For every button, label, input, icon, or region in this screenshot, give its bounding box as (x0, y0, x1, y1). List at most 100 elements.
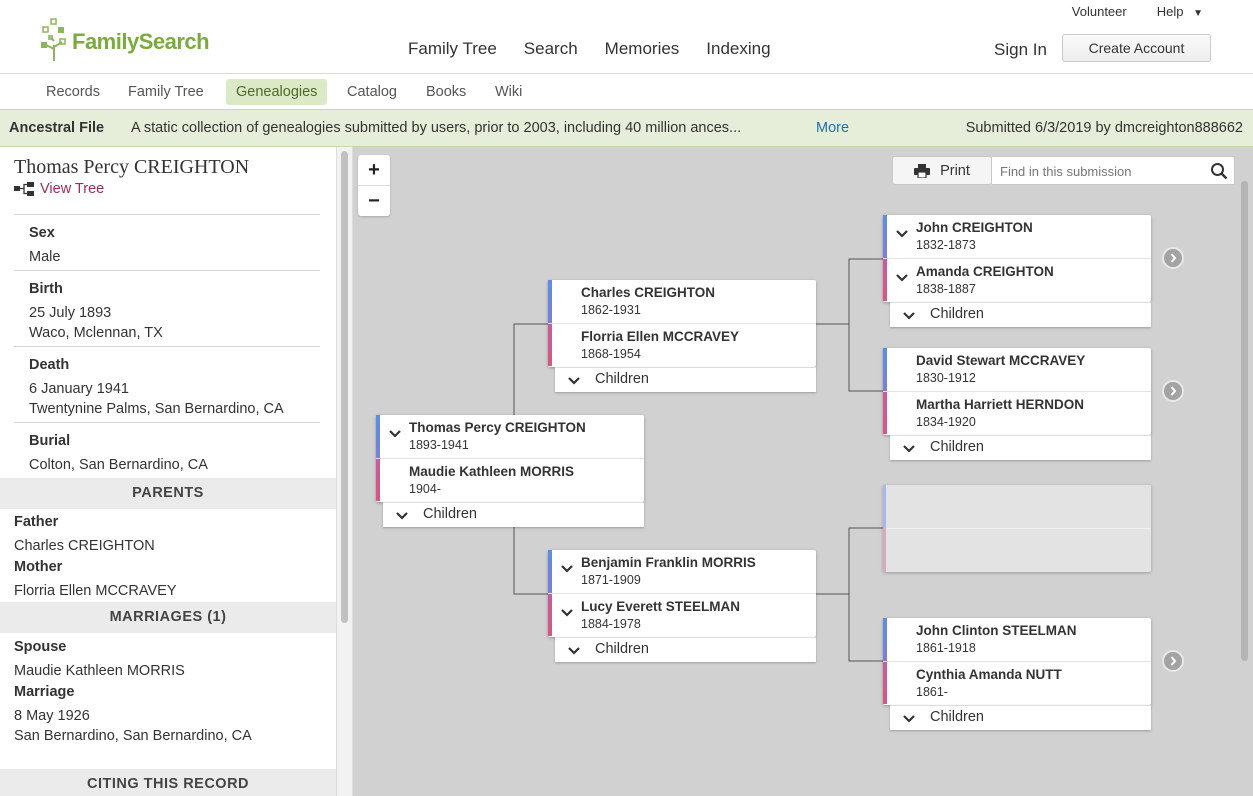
couple-card-paternal-grandparents[interactable]: John CREIGHTON 1832-1873 Amanda CREIGHTO… (883, 215, 1151, 302)
chevron-down-icon[interactable] (560, 608, 574, 618)
sign-in-link[interactable]: Sign In (994, 40, 1047, 60)
wife-name: Florria Ellen MCCRAVEY (581, 329, 740, 344)
find-in-submission (992, 156, 1235, 185)
husband-dates: 1893-1941 (409, 438, 469, 452)
create-account-button[interactable]: Create Account (1062, 34, 1211, 62)
death-place: Twentynine Palms, San Bernardino, CA (29, 401, 284, 417)
help-menu[interactable]: Help ▼ (1157, 4, 1203, 19)
husband-name: Benjamin Franklin MORRIS (581, 555, 756, 570)
nav-memories[interactable]: Memories (605, 39, 680, 59)
couple-card-paternal-grandparents-2[interactable]: David Stewart MCCRAVEY 1830-1912 Martha … (883, 348, 1151, 435)
couple-card-unknown (883, 485, 1151, 572)
marriage-date: 8 May 1926 (14, 708, 90, 724)
children-toggle-gp1[interactable]: Children (890, 302, 1151, 327)
fact-label: Death (29, 357, 70, 373)
print-button[interactable]: Print (892, 156, 992, 185)
wife-row[interactable]: Cynthia Amanda NUTT 1861- (883, 661, 1151, 704)
wife-row[interactable]: Martha Harriett HERNDON 1834-1920 (883, 391, 1151, 434)
wife-name: Maudie Kathleen MORRIS (409, 464, 575, 479)
nav-family-tree[interactable]: Family Tree (408, 39, 497, 59)
wife-row[interactable]: Maudie Kathleen MORRIS 1904- (376, 458, 644, 501)
fact-value: 25 July 1893 Waco, Mclennan, TX (29, 303, 320, 343)
children-toggle-father[interactable]: Children (555, 367, 816, 392)
husband-row[interactable]: Benjamin Franklin MORRIS 1871-1909 (548, 550, 816, 593)
chevron-down-icon[interactable] (895, 229, 909, 239)
husband-row[interactable]: Charles CREIGHTON 1862-1931 (548, 280, 816, 323)
fact-label: Birth (29, 281, 63, 297)
find-input[interactable] (1000, 162, 1200, 180)
husband-name: Charles CREIGHTON (581, 285, 716, 300)
subnav-records[interactable]: Records (36, 79, 110, 105)
subnav-catalog[interactable]: Catalog (337, 79, 407, 105)
wife-dates: 1868-1954 (581, 347, 641, 361)
children-label: Children (423, 506, 477, 522)
children-toggle-gp4[interactable]: Children (890, 705, 1151, 730)
subnav-books[interactable]: Books (416, 79, 476, 105)
view-tree-link[interactable]: View Tree (14, 181, 104, 197)
wife-row[interactable]: Lucy Everett STEELMAN 1884-1978 (548, 593, 816, 636)
logo-icon (41, 18, 66, 61)
scrollbar-thumb[interactable] (1241, 181, 1248, 661)
volunteer-link[interactable]: Volunteer (1072, 4, 1127, 19)
chevron-down-icon (903, 445, 915, 453)
wife-dates: 1838-1887 (916, 282, 976, 296)
father-label: Father (14, 514, 59, 530)
children-toggle-root[interactable]: Children (383, 502, 644, 527)
husband-dates: 1830-1912 (916, 371, 976, 385)
wife-row[interactable]: Amanda CREIGHTON 1838-1887 (883, 258, 1151, 301)
husband-name: Thomas Percy CREIGHTON (409, 420, 586, 435)
left-panel-scrollbar[interactable] (336, 147, 353, 796)
expand-ancestors-button[interactable] (1162, 650, 1184, 672)
search-icon[interactable] (1210, 162, 1228, 180)
nav-search[interactable]: Search (524, 39, 578, 59)
chevron-down-icon[interactable] (560, 564, 574, 574)
husband-row[interactable]: David Stewart MCCRAVEY 1830-1912 (883, 348, 1151, 391)
couple-card-mother[interactable]: Benjamin Franklin MORRIS 1871-1909 Lucy … (548, 550, 816, 637)
subnav-genealogies[interactable]: Genealogies (226, 79, 328, 105)
husband-row[interactable]: John Clinton STEELMAN 1861-1918 (883, 618, 1151, 661)
expand-ancestors-button[interactable] (1162, 380, 1184, 402)
chevron-right-icon (1170, 386, 1177, 396)
chevron-down-icon (568, 647, 580, 655)
couple-card-father[interactable]: Charles CREIGHTON 1862-1931 Florria Elle… (548, 280, 816, 367)
husband-row[interactable]: Thomas Percy CREIGHTON 1893-1941 (376, 415, 644, 458)
zoom-out-button[interactable]: − (358, 185, 390, 215)
fact-value: Male (29, 249, 61, 265)
chevron-down-icon (903, 312, 915, 320)
wife-dates: 1861- (916, 685, 948, 699)
familysearch-logo[interactable]: FamilySearch (40, 17, 210, 63)
more-link[interactable]: More (816, 120, 849, 136)
couple-card-root[interactable]: Thomas Percy CREIGHTON 1893-1941 Maudie … (376, 415, 644, 502)
person-details-panel: Thomas Percy CREIGHTON View Tree Sex Mal… (0, 147, 336, 796)
fact-sex: Sex Male (14, 214, 320, 270)
couple-card-maternal-grandparents[interactable]: John Clinton STEELMAN 1861-1918 Cynthia … (883, 618, 1151, 705)
nav-indexing[interactable]: Indexing (706, 39, 770, 59)
husband-dates: 1871-1909 (581, 573, 641, 587)
chevron-down-icon (903, 715, 915, 723)
children-toggle-gp2[interactable]: Children (890, 435, 1151, 460)
chevron-down-icon[interactable] (895, 273, 909, 283)
subnav-family-tree[interactable]: Family Tree (118, 79, 214, 105)
children-label: Children (930, 439, 984, 455)
collection-description: A static collection of genealogies submi… (131, 120, 742, 136)
mother-name: Florria Ellen MCCRAVEY (14, 583, 177, 599)
chevron-right-icon (1170, 253, 1177, 263)
children-toggle-mother[interactable]: Children (555, 637, 816, 662)
chevron-down-icon[interactable] (388, 429, 402, 439)
sub-nav: Records Family Tree Genealogies Catalog … (0, 75, 1253, 109)
zoom-in-button[interactable]: + (358, 155, 390, 185)
subnav-wiki[interactable]: Wiki (485, 79, 532, 105)
children-label: Children (930, 709, 984, 725)
birth-date: 25 July 1893 (29, 305, 112, 321)
parents-heading: PARENTS (0, 478, 336, 509)
scrollbar-thumb[interactable] (341, 151, 348, 623)
wife-row[interactable]: Florria Ellen MCCRAVEY 1868-1954 (548, 323, 816, 366)
husband-row[interactable]: John CREIGHTON 1832-1873 (883, 215, 1151, 258)
husband-dates: 1861-1918 (916, 641, 976, 655)
husband-dates: 1862-1931 (581, 303, 641, 317)
expand-ancestors-button[interactable] (1162, 247, 1184, 269)
tree-scrollbar[interactable] (1236, 147, 1253, 796)
fact-value: Colton, San Bernardino, CA (29, 457, 208, 473)
pedigree-view[interactable]: + − Print Thomas Percy CREIGHTON 1893-19… (353, 147, 1253, 796)
birth-place: Waco, Mclennan, TX (29, 325, 163, 341)
